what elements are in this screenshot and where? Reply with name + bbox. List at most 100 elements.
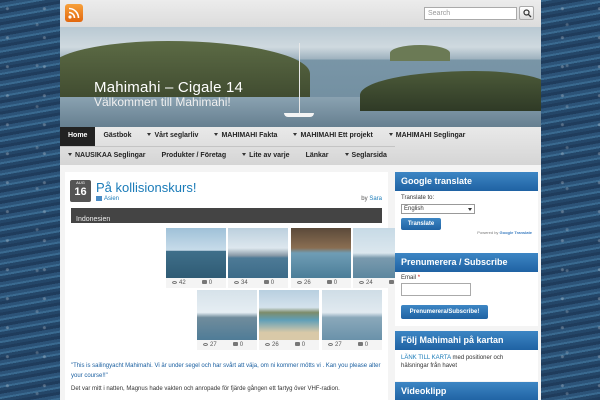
widget-title: Följ Mahimahi på kartan (395, 331, 538, 350)
views-count: 27 (328, 342, 342, 348)
eye-icon (328, 343, 333, 346)
eye-icon (297, 281, 302, 284)
sailboat-mast (299, 43, 300, 115)
search-button[interactable] (519, 6, 534, 20)
eye-icon (203, 343, 208, 346)
gallery-thumbnail[interactable]: 27 0 (322, 290, 382, 350)
gallery-photo[interactable] (259, 290, 319, 340)
eye-icon (359, 281, 364, 284)
nav-row-1: Home Gästbok Vårt seglarliv MAHIMAHI Fakta M… (60, 127, 473, 146)
comments-count: 0 (294, 342, 305, 348)
powered-by-brand[interactable]: Google Translate (500, 230, 532, 235)
subscribe-button[interactable]: Prenumerera/Subscribe! (401, 305, 488, 319)
gallery-photo[interactable] (322, 290, 382, 340)
comment-icon (263, 280, 269, 284)
nav-item-label: Gästbok (103, 132, 132, 139)
comments-value: 0 (270, 280, 275, 286)
views-count: 42 (172, 280, 186, 286)
page-wrapper: Search Mahimahi – Cigale 14 Välkommen ti… (60, 0, 541, 400)
date-day: 16 (74, 186, 87, 198)
gallery-photo[interactable] (291, 228, 351, 278)
thumbnail-stats: 34 0 (228, 278, 288, 288)
nav-item-row2-2[interactable]: Lite av varje (234, 147, 297, 165)
gallery-tag-bar[interactable]: Indonesien (71, 208, 382, 223)
map-link[interactable]: LÄNK TILL KARTA (401, 355, 451, 361)
map-text: LÄNK TILL KARTA med positioner och hälsn… (401, 354, 531, 370)
eye-icon (234, 281, 239, 284)
gallery-thumbnail[interactable]: 26 0 (259, 290, 319, 350)
comments-count: 0 (263, 280, 275, 286)
views-count: 27 (203, 342, 217, 348)
translate-button[interactable]: Translate (401, 218, 441, 230)
translate-label: Translate to: (401, 195, 435, 201)
powered-by-label: Powered by (477, 230, 499, 235)
views-value: 26 (304, 280, 311, 286)
gallery-thumbnail[interactable]: 27 0 (197, 290, 257, 350)
comments-count: 0 (201, 280, 213, 286)
video-widget: Videoklipp (395, 382, 538, 400)
gallery-thumbnail[interactable]: 42 0 (166, 228, 226, 288)
eye-icon (265, 343, 270, 346)
views-value: 27 (335, 342, 342, 348)
chevron-down-icon (214, 133, 219, 136)
email-field[interactable] (401, 283, 471, 296)
post-paragraph: Det var mitt i natten, Magnus hade vakte… (71, 386, 340, 392)
eye-icon (172, 281, 177, 284)
comment-icon (388, 280, 394, 284)
nav-item-row1-1[interactable]: Gästbok (95, 127, 139, 146)
nav-item-row2-0[interactable]: NAUSIKAA Seglingar (60, 147, 154, 165)
post-author: by Sara (361, 196, 382, 202)
comment-icon (326, 280, 332, 284)
widget-title: Videoklipp (395, 382, 538, 400)
nav-item-row1-5[interactable]: MAHIMAHI Seglingar (381, 127, 474, 146)
views-count: 26 (297, 280, 311, 286)
rss-icon[interactable] (65, 4, 83, 22)
post-article: AUG 16 På kollisionskurs! Asien by Sara … (65, 172, 413, 400)
views-value: 34 (241, 280, 248, 286)
thumbnail-stats: 27 0 (322, 340, 382, 350)
email-label-text: Email (401, 275, 417, 281)
widget-body: LÄNK TILL KARTA med positioner och hälsn… (395, 350, 538, 381)
post-category[interactable]: Asien (96, 196, 119, 202)
language-select[interactable]: English (401, 204, 475, 214)
post-category-label[interactable]: Asien (104, 196, 119, 202)
nav-item-label: NAUSIKAA Seglingar (75, 152, 146, 159)
thumbnail-stats: 26 0 (291, 278, 351, 288)
nav-item-row1-4[interactable]: MAHIMAHI Ett projekt (285, 127, 380, 146)
gallery-photo[interactable] (166, 228, 226, 278)
search-input[interactable]: Search (424, 7, 517, 20)
thumbnail-stats: 42 0 (166, 278, 226, 288)
search-icon (523, 9, 532, 18)
comment-icon (357, 342, 363, 346)
banner-island-far (390, 45, 450, 61)
site-title[interactable]: Mahimahi – Cigale 14 (94, 79, 243, 96)
gallery-photo[interactable] (197, 290, 257, 340)
map-widget: Följ Mahimahi på kartan LÄNK TILL KARTA … (395, 331, 538, 381)
gallery-thumbnail[interactable]: 34 0 (228, 228, 288, 288)
nav-item-row2-3[interactable]: Länkar (298, 147, 337, 165)
nav-item-label: Lite av varje (249, 152, 290, 159)
author-link[interactable]: Sara (369, 196, 382, 202)
post-title[interactable]: På kollisionskurs! (96, 180, 196, 195)
nav-item-row1-3[interactable]: MAHIMAHI Fakta (206, 127, 285, 146)
subscribe-widget: Prenumerera / Subscribe Email * Prenumer… (395, 253, 538, 326)
sailboat-hull (284, 113, 314, 117)
views-value: 27 (210, 342, 217, 348)
post-quote: "This is sailingyacht Mahimahi. Vi är un… (71, 363, 381, 379)
nav-item-row1-0[interactable]: Home (60, 127, 96, 146)
main-navigation: Home Gästbok Vårt seglarliv MAHIMAHI Fakta M… (60, 127, 541, 165)
email-label: Email * (401, 275, 420, 281)
nav-item-row2-4[interactable]: Seglarsida (337, 147, 395, 165)
gallery-tag-label: Indonesien (76, 216, 111, 223)
nav-row-2: NAUSIKAA Seglingar Produkter / Företag Lit… (60, 146, 395, 165)
chevron-down-icon (147, 133, 152, 136)
nav-item-row1-2[interactable]: Vårt seglarliv (139, 127, 206, 146)
nav-item-row2-1[interactable]: Produkter / Företag (154, 147, 235, 165)
comments-value: 0 (364, 342, 369, 348)
views-value: 42 (179, 280, 186, 286)
comments-value: 0 (208, 280, 213, 286)
gallery-thumbnail[interactable]: 26 0 (291, 228, 351, 288)
gallery-photo[interactable] (228, 228, 288, 278)
chevron-down-icon (68, 153, 72, 156)
thumbnail-stats: 27 0 (197, 340, 257, 350)
